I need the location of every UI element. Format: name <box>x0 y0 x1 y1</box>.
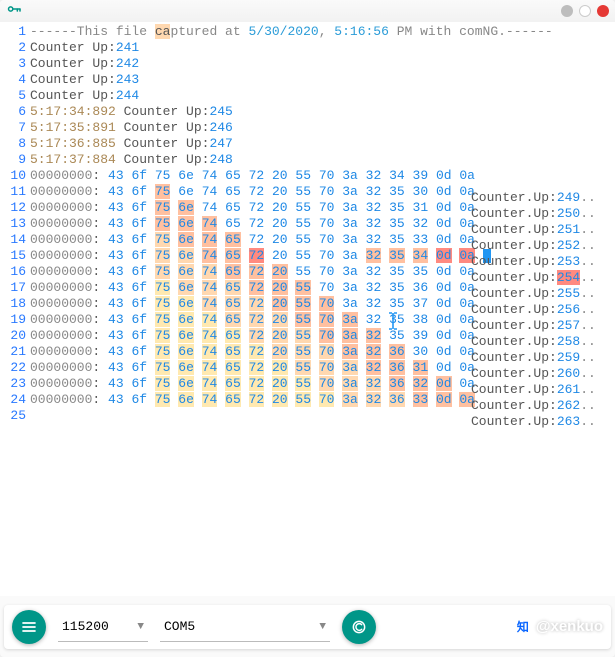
port-select[interactable]: COM5 ▼ <box>160 612 330 642</box>
line-number: 9 <box>0 152 26 168</box>
line-number: 4 <box>0 72 26 88</box>
line-number: 15 <box>0 248 26 264</box>
line-number: 7 <box>0 120 26 136</box>
line-number: 3 <box>0 56 26 72</box>
line-number: 1 <box>0 24 26 40</box>
line-number: 11 <box>0 184 26 200</box>
key-icon <box>6 1 22 21</box>
close-button[interactable] <box>597 5 609 17</box>
line-number: 21 <box>0 344 26 360</box>
line-number: 5 <box>0 88 26 104</box>
bottom-bar: 115200 ▼ COM5 ▼ <box>4 605 611 649</box>
menu-button[interactable] <box>12 610 46 644</box>
line-number: 12 <box>0 200 26 216</box>
maximize-button[interactable] <box>579 5 591 17</box>
line-number: 14 <box>0 232 26 248</box>
line-number: 24 <box>0 392 26 408</box>
chevron-down-icon: ▼ <box>137 621 144 633</box>
line-number: 23 <box>0 376 26 392</box>
editor[interactable]: 1234567891011121314151617181920212223242… <box>0 22 615 596</box>
minimize-button[interactable] <box>561 5 573 17</box>
line-number: 8 <box>0 136 26 152</box>
line-number: 17 <box>0 280 26 296</box>
chevron-down-icon: ▼ <box>319 621 326 633</box>
line-gutter: 1234567891011121314151617181920212223242… <box>0 22 30 596</box>
port-value: COM5 <box>164 619 195 634</box>
editor-content[interactable]: ------This file captured at 5/30/2020, 5… <box>30 22 615 596</box>
titlebar <box>0 0 615 22</box>
line-number: 22 <box>0 360 26 376</box>
line-number: 16 <box>0 264 26 280</box>
line-number: 13 <box>0 216 26 232</box>
baud-select[interactable]: 115200 ▼ <box>58 612 148 642</box>
line-number: 20 <box>0 328 26 344</box>
line-number: 19 <box>0 312 26 328</box>
line-number: 6 <box>0 104 26 120</box>
line-number: 25 <box>0 408 26 424</box>
line-number: 18 <box>0 296 26 312</box>
line-number: 10 <box>0 168 26 184</box>
caret <box>483 249 491 263</box>
line-number: 2 <box>0 40 26 56</box>
app-window: 1234567891011121314151617181920212223242… <box>0 0 615 657</box>
baud-value: 115200 <box>62 619 109 634</box>
copy-button[interactable] <box>342 610 376 644</box>
